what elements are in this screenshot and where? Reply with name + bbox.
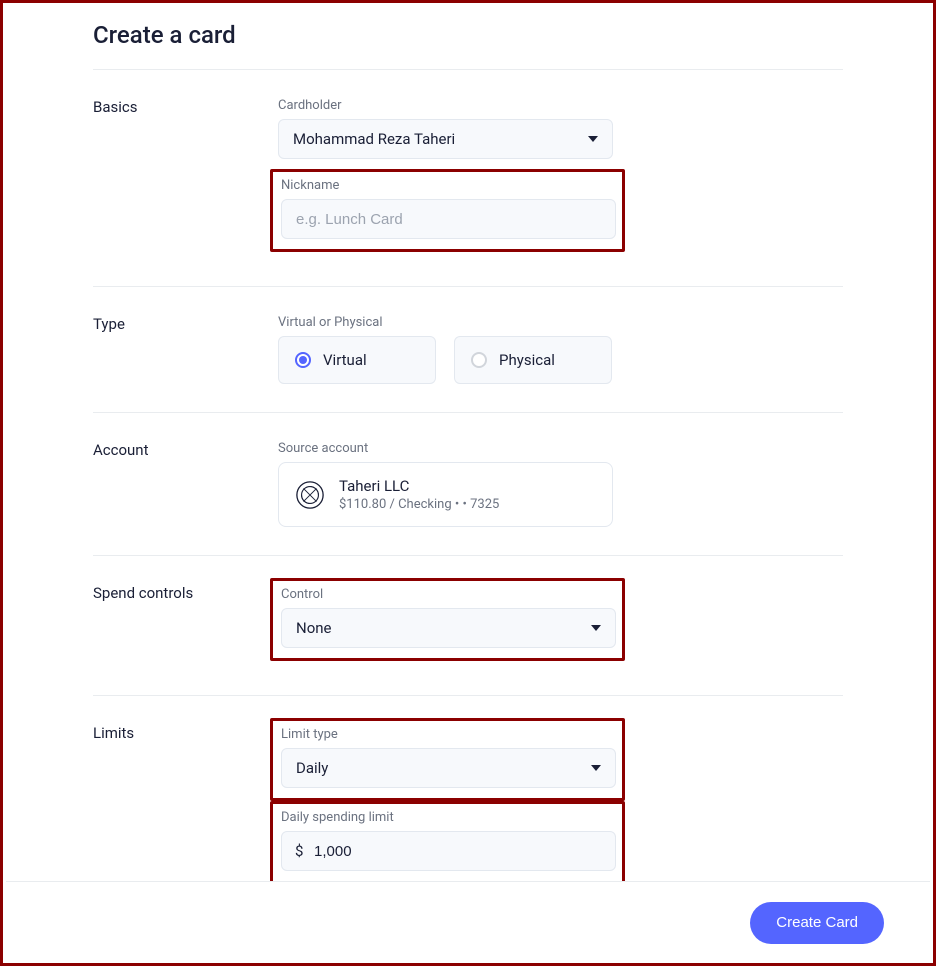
radio-virtual[interactable]: Virtual: [278, 336, 436, 384]
section-spend-controls: Spend controls Control None: [93, 556, 843, 696]
section-account: Account Source account Taheri LLC $110.8…: [93, 413, 843, 556]
highlight-control: Control None: [270, 578, 625, 661]
account-name: Taheri LLC: [339, 477, 499, 495]
caret-down-icon: [588, 136, 598, 142]
source-account-card[interactable]: Taheri LLC $110.80 / Checking • • 7325: [278, 462, 613, 527]
section-label-type: Type: [93, 315, 278, 384]
daily-limit-label: Daily spending limit: [281, 810, 614, 825]
control-value: None: [296, 619, 332, 637]
section-label-spend-controls: Spend controls: [93, 584, 278, 667]
type-group-label: Virtual or Physical: [278, 315, 843, 330]
highlight-nickname: Nickname: [270, 169, 625, 252]
section-limits: Limits Limit type Daily Daily spending l…: [93, 696, 843, 894]
footer: Create Card: [6, 881, 930, 963]
control-label: Control: [281, 587, 614, 602]
radio-dot-icon: [471, 352, 487, 368]
cardholder-select[interactable]: Mohammad Reza Taheri: [278, 119, 613, 159]
field-nickname: Nickname: [281, 178, 614, 239]
highlight-limit-type: Limit type Daily: [270, 718, 625, 801]
limit-type-select[interactable]: Daily: [281, 748, 616, 788]
source-account-label: Source account: [278, 441, 843, 456]
section-basics: Basics Cardholder Mohammad Reza Taheri N…: [93, 70, 843, 287]
radio-dot-icon: [295, 352, 311, 368]
bank-icon: [295, 480, 325, 510]
nickname-input[interactable]: [281, 199, 616, 239]
page-title: Create a card: [93, 21, 843, 49]
caret-down-icon: [591, 765, 601, 771]
radio-physical-label: Physical: [499, 351, 555, 369]
radio-physical[interactable]: Physical: [454, 336, 612, 384]
nickname-label: Nickname: [281, 178, 614, 193]
limit-type-value: Daily: [296, 759, 328, 777]
caret-down-icon: [591, 625, 601, 631]
cardholder-value: Mohammad Reza Taheri: [293, 130, 455, 148]
field-cardholder: Cardholder Mohammad Reza Taheri: [278, 98, 843, 159]
cardholder-label: Cardholder: [278, 98, 843, 113]
section-label-account: Account: [93, 441, 278, 527]
highlight-daily-limit: Daily spending limit $: [270, 801, 625, 884]
limit-type-label: Limit type: [281, 727, 614, 742]
daily-limit-input[interactable]: [281, 831, 616, 871]
currency-symbol: $: [295, 842, 303, 860]
create-card-button[interactable]: Create Card: [750, 902, 884, 944]
account-meta: $110.80 / Checking • • 7325: [339, 497, 499, 512]
section-label-limits: Limits: [93, 724, 278, 884]
section-type: Type Virtual or Physical Virtual Physica…: [93, 287, 843, 413]
control-select[interactable]: None: [281, 608, 616, 648]
section-label-basics: Basics: [93, 98, 278, 258]
radio-virtual-label: Virtual: [323, 351, 367, 369]
